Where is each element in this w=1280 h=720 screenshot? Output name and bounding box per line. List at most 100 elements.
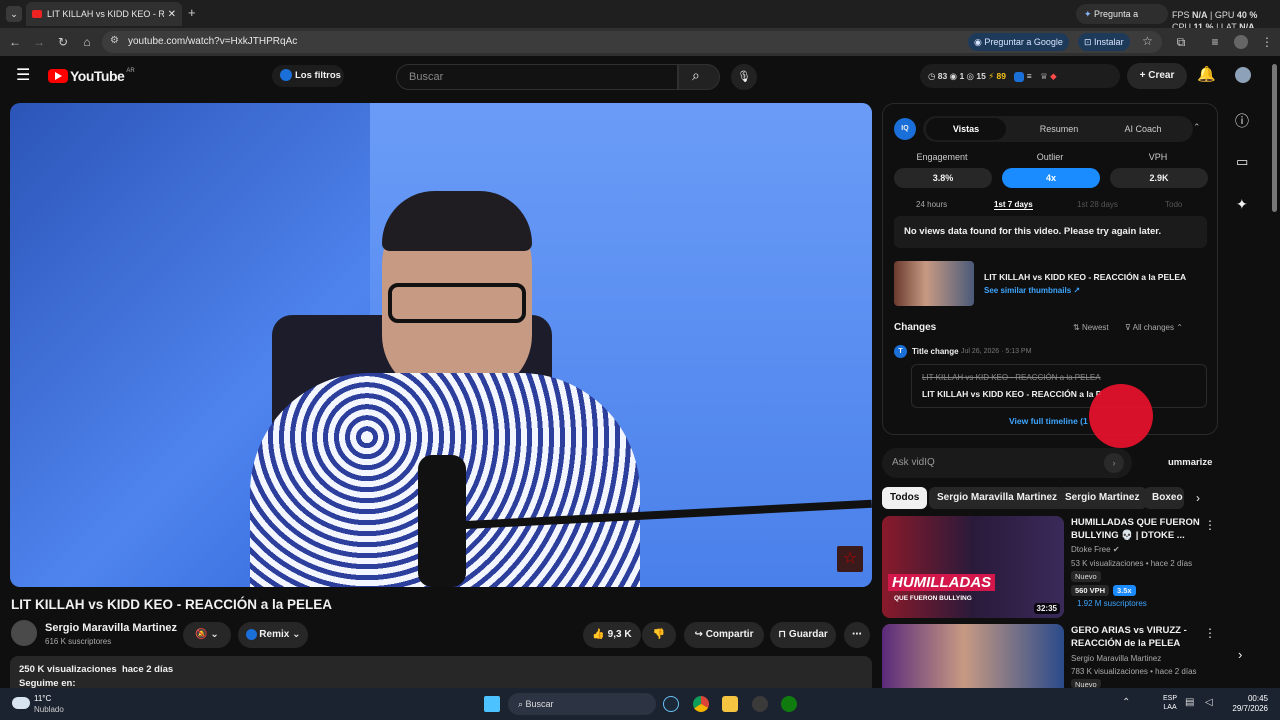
tab-list-button[interactable]: ⌄	[6, 6, 22, 22]
back-icon[interactable]: ←	[6, 33, 24, 51]
like-button[interactable]: 👍 9,3 K	[583, 622, 641, 648]
description-box[interactable]: 250 K visualizaciones hace 2 días Seguim…	[10, 656, 872, 689]
address-bar[interactable]: ⚙ youtube.com/watch?v=HxkJTHPRqAc ◉ Preg…	[102, 31, 1162, 53]
related-channel-name[interactable]: Sergio Maravilla Martinez	[1071, 654, 1161, 663]
related-more-icon[interactable]: ⋮	[1204, 518, 1216, 532]
search-button[interactable]: ⌕	[678, 64, 720, 90]
browser-menu-icon[interactable]: ⋮	[1258, 33, 1276, 51]
period-7d[interactable]: 1st 7 days	[994, 200, 1033, 210]
app-icon[interactable]	[752, 696, 768, 712]
send-arrow-icon[interactable]: ›	[1104, 453, 1124, 473]
expand-chevron-icon[interactable]: ›	[1238, 647, 1242, 662]
windows-start-icon[interactable]	[484, 696, 500, 712]
engagement-value[interactable]: 3.8%	[894, 168, 992, 188]
weather-icon[interactable]	[12, 697, 30, 709]
thumbnail-preview[interactable]	[894, 261, 974, 306]
reading-list-icon[interactable]: ≡	[1206, 33, 1224, 51]
related-channel[interactable]: Dtoke Free ✔	[1071, 545, 1120, 554]
period-all[interactable]: Todo	[1165, 200, 1182, 209]
channel-watermark-icon[interactable]: ☆	[837, 546, 863, 572]
save-label: Guardar	[788, 629, 828, 640]
profile-avatar-icon[interactable]	[1232, 33, 1250, 51]
more-actions-button[interactable]: ⋯	[844, 622, 870, 648]
clock[interactable]: 00:45 29/7/2026	[1222, 694, 1268, 714]
volume-icon[interactable]: ◁	[1205, 697, 1213, 708]
related-video-thumbnail[interactable]	[882, 624, 1064, 688]
ask-vidiq-input[interactable]: Ask vidIQ ›	[882, 448, 1132, 478]
video-title: LIT KILLAH vs KIDD KEO - REACCIÓN a la P…	[11, 597, 333, 612]
site-info-icon[interactable]: ⚙	[110, 35, 119, 46]
create-label: Crear	[1148, 70, 1175, 81]
chip-boxeo[interactable]: Boxeo	[1144, 487, 1184, 509]
tab-ai-coach[interactable]: AI Coach	[1103, 118, 1183, 140]
thumbs-down-icon: 👎	[652, 629, 666, 640]
related-video-title[interactable]: GERO ARIAS vs VIRUZZ - REACCIÓN de la PE…	[1071, 624, 1203, 650]
related-more-icon[interactable]: ⋮	[1204, 626, 1216, 640]
bookmark-star-icon[interactable]: ☆	[1142, 34, 1153, 48]
language-indicator[interactable]: ESP LAA	[1163, 694, 1177, 712]
steam-icon[interactable]	[663, 696, 679, 712]
youtube-logo[interactable]: YouTube AR	[48, 68, 135, 84]
info-icon[interactable]: ⓘ	[1235, 111, 1249, 131]
voice-search-button[interactable]: 🎙	[731, 64, 757, 90]
tab-resumen[interactable]: Resumen	[1019, 118, 1099, 140]
hamburger-menu-icon[interactable]: ☰	[16, 65, 30, 85]
outlier-value[interactable]: 4x	[1002, 168, 1100, 188]
save-button[interactable]: ⊓ Guardar	[770, 622, 836, 648]
create-button[interactable]: + Crear	[1127, 63, 1187, 89]
gemini-button[interactable]: ✦ Pregunta a Gemini	[1076, 4, 1168, 39]
remix-button[interactable]: Remix ⌄	[238, 622, 308, 648]
period-28d[interactable]: 1st 28 days	[1077, 200, 1118, 209]
channel-avatar[interactable]	[11, 620, 37, 646]
close-tab-icon[interactable]: ✕	[168, 9, 176, 20]
chrome-icon[interactable]	[693, 696, 709, 712]
similar-thumbnails-link[interactable]: See similar thumbnails ↗	[984, 286, 1080, 295]
file-explorer-icon[interactable]	[722, 696, 738, 712]
chips-next-icon[interactable]: ›	[1196, 491, 1200, 505]
xbox-icon[interactable]	[781, 696, 797, 712]
video-player[interactable]: ☆	[10, 103, 872, 587]
forward-icon[interactable]: →	[30, 33, 48, 51]
period-24h[interactable]: 24 hours	[916, 200, 947, 209]
dislike-button[interactable]: 👎	[642, 622, 676, 648]
network-icon[interactable]: ▤	[1185, 697, 1194, 708]
ask-google-button[interactable]: ◉ Preguntar a Google	[968, 33, 1069, 51]
collapse-chevron-icon[interactable]: ⌃	[1193, 122, 1201, 133]
home-icon[interactable]: ⌂	[78, 33, 96, 51]
notifications-bell-icon[interactable]: 🔔	[1197, 65, 1216, 83]
more-icon: ⋯	[852, 629, 862, 640]
notification-bell-button[interactable]: 🔕 ⌄	[183, 622, 231, 648]
like-count: 9,3 K	[607, 629, 632, 640]
filters-button[interactable]: Los filtros	[272, 65, 344, 87]
new-tab-button[interactable]: +	[188, 5, 196, 20]
related-video-title[interactable]: HUMILLADAS QUE FUERON BULLYING 💀 | DTOKE…	[1071, 516, 1203, 542]
tray-chevron-icon[interactable]: ⌃	[1122, 697, 1130, 708]
share-button[interactable]: ↪ Compartir	[684, 622, 764, 648]
page-scrollbar[interactable]	[1272, 64, 1277, 212]
browser-tab[interactable]: LIT KILLAH vs KIDD KEO - REACCIÓN ✕	[26, 2, 182, 26]
reload-icon[interactable]: ↻	[54, 33, 72, 51]
tab-vistas[interactable]: Vistas	[926, 118, 1006, 140]
chat-icon[interactable]: ▭	[1236, 154, 1248, 170]
filter-all-changes[interactable]: ⊽ All changes ⌃	[1125, 323, 1183, 332]
vph-value[interactable]: 2.9K	[1110, 168, 1208, 188]
chip-todos[interactable]: Todos	[882, 487, 928, 509]
sparkle-icon[interactable]: ✦	[1236, 196, 1248, 213]
vidiq-stats-bar[interactable]: ◷ 83 ◉ 1 ◎ 15 ⚡ 89 ≡ ♕ ◆	[920, 64, 1120, 88]
related-video-thumbnail[interactable]: HUMILLADAS QUE FUERON BULLYING 32:35	[882, 516, 1064, 618]
taskbar-search[interactable]: ⌕ Buscar	[508, 693, 656, 715]
search-input[interactable]: Buscar	[396, 64, 678, 90]
account-avatar[interactable]	[1235, 67, 1251, 83]
vidiq-icon	[280, 69, 292, 82]
chip-sergio-maravilla-martinez[interactable]: Sergio Maravilla Martinez	[929, 487, 1066, 509]
extensions-icon[interactable]: ⧉	[1172, 33, 1190, 51]
install-button[interactable]: ⊡ Instalar	[1078, 33, 1130, 51]
chip-sergio-martinez[interactable]: Sergio Martinez	[1057, 487, 1148, 509]
bell-off-icon: 🔕 ⌄	[195, 629, 219, 640]
sort-newest[interactable]: ⇅ Newest	[1073, 323, 1109, 332]
browser-toolbar: ← → ↻ ⌂ ⚙ youtube.com/watch?v=HxkJTHPRqA…	[0, 28, 1280, 56]
summarize-button[interactable]: ummarize	[1168, 457, 1212, 468]
stat-b: 1	[959, 71, 965, 81]
channel-name[interactable]: Sergio Maravilla Martinez	[45, 622, 177, 634]
view-timeline-link[interactable]: View full timeline (1	[1009, 416, 1088, 426]
